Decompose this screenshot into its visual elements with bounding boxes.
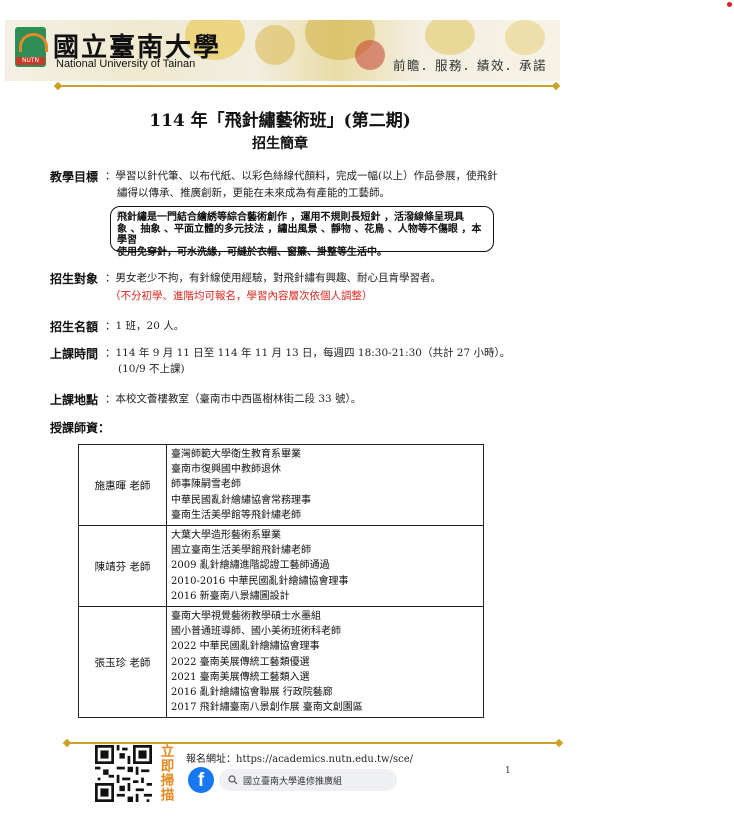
target-note: （不分初學、進階均可報名，學習內容層次依個人調整） xyxy=(110,290,373,302)
search-icon xyxy=(228,775,238,785)
table-row: 陳靖芬 老師 大葉大學造形藝術系畢業 國立臺南生活美學館飛針繡老師 2009 亂… xyxy=(78,525,484,608)
divider-right-diamond xyxy=(551,81,561,91)
credential-item: 中華民國亂針繪繡協會常務理事 xyxy=(171,494,311,506)
page-title: 114 年「飛針繡藝術班」(第二期) xyxy=(149,111,411,131)
scan-now-label: 立即掃描 xyxy=(157,744,174,802)
facebook-search-text: 國立臺南大學進修推廣組 xyxy=(243,777,343,787)
university-logo: NUTN xyxy=(15,27,48,67)
goal-text-2: 繡得以傳承、推廣創新，更能在未來成為有產能的工藝師。 xyxy=(117,187,390,199)
teacher-name: 陳靖芬 老師 xyxy=(78,525,167,608)
credential-item: 臺南大學視覺藝術教學碩士水墨組 xyxy=(171,611,321,623)
intro-note-box: 飛針繡是一門結合繪綉等綜合藝術創作 ，運用不規則長短針 ，活潑線條呈現具 象 、… xyxy=(110,206,494,258)
university-name-en: National University of Tainan xyxy=(56,58,196,70)
credential-item: 國立臺南生活美學館飛針繡老師 xyxy=(171,545,311,557)
table-row: 施惠暉 老師 臺灣師範大學衛生教育系畢業 臺南市復興國中教師退休 師事陳嗣雪老師… xyxy=(78,443,484,527)
place-label: 上課地點 xyxy=(50,393,99,407)
registration-url[interactable]: 報名網址：https://academics.nutn.edu.tw/sce/ xyxy=(186,750,413,765)
teachers-label: 授課師資： xyxy=(50,421,111,435)
credential-item: 臺南市復興國中教師退休 xyxy=(171,464,281,476)
corner-dot xyxy=(727,2,732,7)
footer-divider xyxy=(69,742,557,744)
credential-item: 臺灣師範大學衛生教育系畢業 xyxy=(171,449,301,460)
quota-label: 招生名額 xyxy=(50,320,99,334)
time-label: 上課時間 xyxy=(50,347,99,361)
footer-divider-right-diamond xyxy=(554,738,564,748)
credential-item: 2022 臺南美展傳統工藝類優選 xyxy=(171,656,310,668)
time-note: (10/9 不上課) xyxy=(118,363,185,375)
qr-code[interactable] xyxy=(95,745,152,802)
teacher-name: 張玉珍 老師 xyxy=(78,606,167,719)
facebook-search-bar[interactable]: 國立臺南大學進修推廣組 xyxy=(219,769,397,791)
credential-item: 臺南生活美學館等飛針繡老師 xyxy=(171,509,301,521)
credential-item: 2016 新臺南八景繡圖設計 xyxy=(171,590,290,602)
credential-item: 大葉大學造形藝術系畢業 xyxy=(171,530,281,542)
teacher-name: 施惠暉 老師 xyxy=(78,443,167,527)
teachers-table: 施惠暉 老師 臺灣師範大學衛生教育系畢業 臺南市復興國中教師退休 師事陳嗣雪老師… xyxy=(78,443,484,719)
university-motto: 前瞻．服務．績效．承諾 xyxy=(393,58,548,73)
table-row: 張玉珍 老師 臺南大學視覺藝術教學碩士水墨組 國小普通班導師、國小美術班術科老師… xyxy=(78,606,484,719)
teacher-credentials: 大葉大學造形藝術系畢業 國立臺南生活美學館飛針繡老師 2009 亂針繪繡進階認證… xyxy=(166,525,484,608)
credential-item: 師事陳嗣雪老師 xyxy=(171,479,241,491)
credential-item: 2010-2016 中華民國亂針繪繡協會理事 xyxy=(171,575,349,587)
target-label: 招生對象 xyxy=(50,272,99,286)
teacher-credentials: 臺灣師範大學衛生教育系畢業 臺南市復興國中教師退休 師事陳嗣雪老師 中華民國亂針… xyxy=(166,443,484,527)
place-text: ：本校文薈樓教室（臺南市中西區樹林街二段 33 號）。 xyxy=(105,393,362,405)
goal-text-1: ：學習以針代筆、以布代紙、以彩色絲線代顏料，完成一幅(以上）作品參展，使飛針 xyxy=(105,170,498,182)
credential-item: 2022 中華民國亂針繪繡協會理事 xyxy=(171,641,320,653)
time-text: ：114 年 9 月 11 日至 114 年 11 月 13 日，每週四 18:… xyxy=(105,347,511,359)
note-line: 象 、抽象 、平面立體的多元技法 ，繡出風景 、靜物 、花鳥 、人物等不傷眼 ，… xyxy=(117,223,482,247)
header-divider xyxy=(60,85,554,87)
page-number: 1 xyxy=(505,766,511,776)
credential-item: 2009 亂針繪繡進階認證工藝師通過 xyxy=(171,560,330,572)
teacher-credentials: 臺南大學視覺藝術教學碩士水墨組 國小普通班導師、國小美術班術科老師 2022 中… xyxy=(166,606,484,719)
goal-label: 教學目標 xyxy=(50,170,99,184)
logo-tag: NUTN xyxy=(16,57,45,65)
note-line: 使用免穿針，可水洗緣，可縫於衣帽、窗簾、掛整等生活中。 xyxy=(117,246,387,258)
credential-item: 2016 亂針繪繡協會聯展 行政院藝廊 xyxy=(171,687,333,699)
credential-item: 2021 臺南美展傳統工藝類入選 xyxy=(171,671,310,683)
facebook-icon[interactable]: f xyxy=(188,767,214,793)
page-subtitle: 招生簡章 xyxy=(252,136,308,152)
note-line: 飛針繡是一門結合繪綉等綜合藝術創作 ，運用不規則長短針 ，活潑線條呈現具 xyxy=(117,212,464,223)
credential-item: 2017 飛針繡臺南八景創作展 臺南文創園區 xyxy=(171,702,363,714)
target-text: ：男女老少不拘，有針線使用經驗，對飛針繡有興趣、耐心且肯學習者。 xyxy=(105,272,441,284)
quota-text: ：1 班，20 人。 xyxy=(105,320,185,332)
credential-item: 國小普通班導師、國小美術班術科老師 xyxy=(171,626,341,638)
